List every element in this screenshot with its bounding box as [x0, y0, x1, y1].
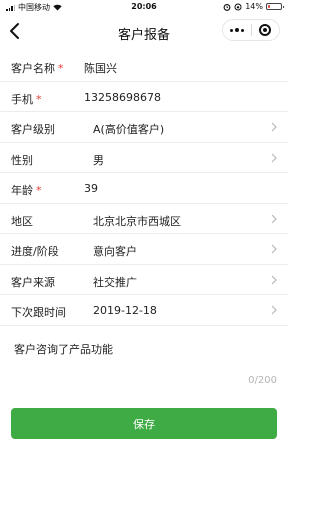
report-form: 客户名称 * 陈国兴 手机 * 13258698678 客户级别 A(高价值客户) …	[0, 51, 288, 326]
nav-bar: 客户报备	[0, 14, 288, 48]
chevron-right-icon	[271, 153, 277, 162]
region-label: 地区	[11, 214, 33, 228]
battery-icon	[266, 3, 284, 10]
chevron-right-icon	[271, 244, 277, 254]
name-row[interactable]: 客户名称 * 陈国兴	[0, 51, 288, 82]
phone-row[interactable]: 手机 * 13258698678	[0, 82, 288, 112]
battery-level	[268, 5, 270, 8]
status-bar: 中国移动 20:06 14%	[0, 0, 288, 14]
level-row[interactable]: 客户级别 A(高价值客户)	[0, 112, 288, 143]
level-select[interactable]: A(高价值客户)	[93, 121, 164, 137]
age-row[interactable]: 年龄 * 39	[0, 173, 288, 204]
required-mark: *	[36, 184, 42, 197]
next-follow-date-picker[interactable]: 2019-12-18	[93, 304, 157, 317]
chevron-right-icon	[271, 122, 277, 132]
source-row[interactable]: 客户来源 社交推广	[0, 265, 288, 295]
target-circle-icon[interactable]	[252, 20, 280, 40]
chevron-right-icon	[271, 275, 277, 284]
gender-row[interactable]: 性别 男	[0, 143, 288, 173]
phone-field[interactable]: 13258698678	[84, 91, 161, 104]
next-follow-label: 下次跟时间	[11, 306, 66, 319]
remark-char-counter: 0/200	[248, 375, 277, 386]
stage-row[interactable]: 进度/阶段 意向客户	[0, 234, 288, 265]
source-label: 客户来源	[11, 275, 55, 289]
level-label: 客户级别	[11, 123, 55, 136]
stage-label: 进度/阶段	[11, 245, 59, 258]
chevron-right-icon	[271, 214, 277, 223]
rotation-lock-icon	[234, 2, 242, 11]
more-dots-icon[interactable]	[223, 20, 251, 40]
age-label: 年龄 *	[11, 184, 42, 197]
age-field[interactable]: 39	[84, 182, 98, 195]
gender-label: 性别	[11, 153, 33, 167]
next-follow-row[interactable]: 下次跟时间 2019-12-18	[0, 295, 288, 326]
name-label: 客户名称 *	[11, 62, 64, 75]
phone-label: 手机 *	[11, 92, 42, 106]
gender-select[interactable]: 男	[93, 152, 104, 168]
name-field[interactable]: 陈国兴	[84, 60, 117, 76]
required-mark: *	[58, 62, 64, 75]
battery-percent: 14%	[245, 2, 263, 11]
chevron-right-icon	[271, 305, 277, 315]
required-mark: *	[36, 92, 42, 106]
remark-textarea[interactable]: 客户咨询了产品功能	[14, 341, 113, 357]
stage-select[interactable]: 意向客户	[93, 243, 137, 259]
capsule-menu	[222, 19, 280, 41]
save-button[interactable]: 保存	[11, 408, 277, 439]
alarm-icon	[223, 3, 231, 11]
source-select[interactable]: 社交推广	[93, 274, 137, 290]
region-row[interactable]: 地区 北京北京市西城区	[0, 204, 288, 234]
status-right: 14%	[223, 2, 284, 11]
region-select[interactable]: 北京北京市西城区	[93, 213, 181, 229]
